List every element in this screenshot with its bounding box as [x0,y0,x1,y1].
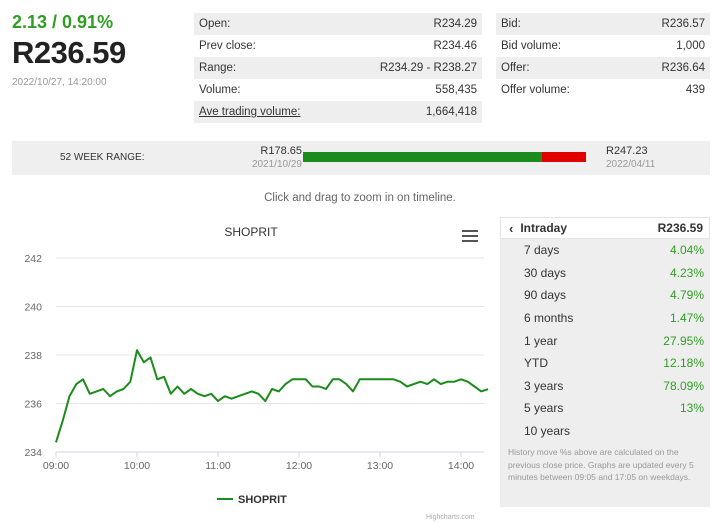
performance-period: 6 months [524,311,574,326]
stat-bid: Bid: R236.57 [496,13,710,35]
x-tick-label: 12:00 [286,460,312,472]
performance-row[interactable]: 10 years [500,420,710,443]
stat-offer: Offer: R236.64 [496,57,710,79]
stat-ave-trading-volume: Ave trading volume: 1,664,418 [194,101,482,123]
performance-header-value: R236.59 [657,221,703,235]
week-52-range-title: 52 WEEK RANGE: [60,152,145,163]
performance-row[interactable]: 5 years 13% [500,397,710,420]
performance-row[interactable]: 7 days 4.04% [500,239,710,262]
week-52-high: R247.23 2022/04/11 [606,145,656,170]
performance-row[interactable]: 1 year 27.95% [500,329,710,352]
week-52-range-fill [303,152,543,162]
performance-period: 30 days [524,265,567,280]
order-book-stats: Bid: R236.57 Bid volume: 1,000 Offer: R2… [496,13,710,101]
performance-note: History move %s above are calculated on … [508,447,694,483]
quote-summary: 2.13 / 0.91% R236.59 2022/10/27, 14:20:0… [12,12,182,88]
hamburger-menu-icon[interactable] [462,230,478,244]
chart-credit[interactable]: Highcharts.com [426,514,475,521]
week-52-low: R178.65 2021/10/29 [251,145,302,170]
stat-open: Open: R234.29 [194,13,482,35]
trading-stats: Open: R234.29 Prev close: R234.46 Range:… [194,13,482,123]
x-tick-label: 13:00 [367,460,393,472]
y-tick-label: 234 [24,447,42,459]
performance-value: 27.95% [663,333,704,348]
performance-rows: 7 days 4.04% 30 days 4.23% 90 days 4.79% 6 mon… [500,239,710,442]
stat-offer-volume: Offer volume: 439 [501,84,705,96]
performance-value: 12.18% [663,356,704,371]
performance-value: 4.79% [669,288,704,303]
intraday-chart-svg[interactable]: SHOPRIT 234 236 238 240 242 09:00 10:00 11:00 12:… [10,216,494,521]
zoom-hint: Click and drag to zoom in on timeline. [264,192,456,204]
price-timestamp: 2022/10/27, 14:20:00 [12,77,107,88]
performance-value: 78.09% [663,378,704,393]
intraday-chart[interactable]: SHOPRIT 234 236 238 240 242 09:00 10:00 11:00 12:… [10,216,494,521]
week-52-range-bar [303,152,586,162]
performance-value: 4.23% [669,265,704,280]
x-tick-label: 11:00 [205,460,231,472]
performance-panel: ‹ Intraday R236.59 7 days 4.04% 30 days 4.2… [500,217,710,507]
performance-row[interactable]: 90 days 4.79% [500,284,710,307]
stat-volume: Volume: 558,435 [199,84,477,96]
ave-trading-volume-link[interactable]: Ave trading volume: [199,106,300,118]
performance-period: 10 years [524,424,571,439]
performance-row[interactable]: YTD 12.18% [500,352,710,375]
x-tick-label: 10:00 [124,460,150,472]
y-tick-label: 236 [24,399,42,411]
performance-period: 3 years [524,378,564,393]
performance-period: 7 days [524,243,560,258]
performance-header-label: Intraday [520,221,568,235]
performance-period: 1 year [524,333,558,348]
stat-prev-close: Prev close: R234.46 [199,40,477,52]
performance-value: 1.47% [669,311,704,326]
stat-range: Range: R234.29 - R238.27 [194,57,482,79]
week-52-range: 52 WEEK RANGE: R178.65 2021/10/29 R247.2… [12,141,710,175]
chart-title: SHOPRIT [224,225,278,239]
series-line-shoprit [55,349,489,443]
performance-period: YTD [524,356,548,371]
performance-row[interactable]: 30 days 4.23% [500,262,710,285]
performance-header: ‹ Intraday R236.59 [500,217,710,239]
performance-value: 13% [679,401,704,416]
performance-period: 5 years [524,401,564,416]
x-tick-label: 09:00 [43,460,69,472]
x-tick-label: 14:00 [448,460,474,472]
chevron-left-icon[interactable]: ‹ [509,221,513,236]
price-change: 2.13 / 0.91% [12,12,114,32]
performance-value: 4.04% [669,243,704,258]
last-price: R236.59 [12,35,126,70]
y-tick-label: 240 [24,302,42,314]
performance-period: 90 days [524,288,567,303]
y-tick-label: 242 [24,253,42,265]
stat-bid-volume: Bid volume: 1,000 [501,40,705,52]
y-tick-label: 238 [24,350,42,362]
performance-row[interactable]: 3 years 78.09% [500,375,710,398]
performance-row[interactable]: 6 months 1.47% [500,307,710,330]
legend-label: SHOPRIT [238,494,287,506]
